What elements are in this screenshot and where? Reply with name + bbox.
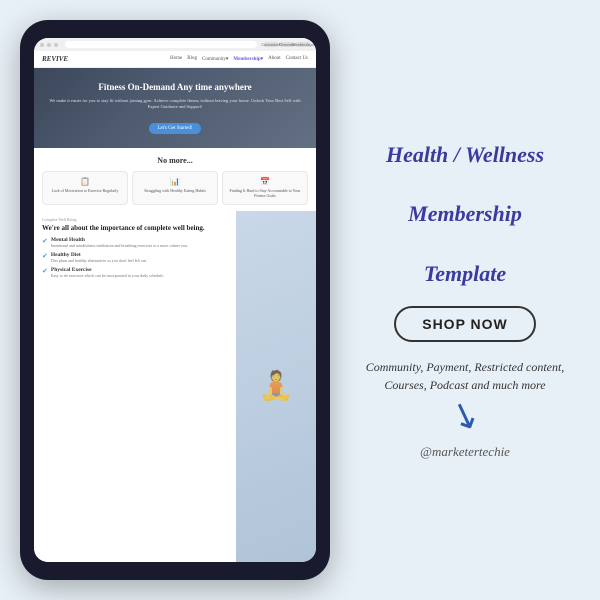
browser-menu-item: Memberships <box>296 42 310 47</box>
no-more-cards: 📋 Lack of Motivation to Exercise Regular… <box>42 171 308 204</box>
wellbeing-section: Complete Well Being We're all about the … <box>34 211 316 562</box>
wellbeing-item-desc-1: Intentional and mindfulness meditation a… <box>51 243 188 248</box>
browser-url-bar <box>65 41 257 48</box>
site-logo: REVIVE <box>42 55 68 63</box>
shop-now-button[interactable]: SHOP NOW <box>394 306 536 342</box>
no-more-card-3: 📅 Finding It Hard to Stay Accountable to… <box>222 171 308 204</box>
hero-cta-button[interactable]: Let's Get Started! <box>149 123 200 134</box>
wellbeing-item-3: ✔ Physical Exercise Easy to do exercises… <box>42 267 228 278</box>
browser-dot-3 <box>54 43 58 47</box>
tablet-screen: Customized Elementor Memberships REVIVE … <box>34 38 316 562</box>
card-text-1: Lack of Motivation to Exercise Regularly <box>47 188 123 193</box>
nav-contact: Contact Us <box>286 56 308 62</box>
wellbeing-title: We're all about the importance of comple… <box>42 224 228 233</box>
curved-arrow-icon: ↙ <box>444 390 487 440</box>
nav-about: About <box>268 56 281 62</box>
right-panel: Health / Wellness Membership Template SH… <box>340 130 580 470</box>
nav-membership: Membership▾ <box>233 56 263 62</box>
hero-section: Fitness On-Demand Any time anywhere We m… <box>34 68 316 148</box>
wellbeing-image: 🧘 <box>236 211 316 562</box>
social-handle: @marketertechie <box>420 444 510 460</box>
person-illustration: 🧘 <box>259 369 294 403</box>
browser-chrome: Customized Elementor Memberships <box>34 38 316 51</box>
wellbeing-content: Complete Well Being We're all about the … <box>34 211 236 562</box>
card-icon-2: 📊 <box>137 177 213 186</box>
card-icon-3: 📅 <box>227 177 303 186</box>
wellbeing-label: Complete Well Being <box>42 217 228 222</box>
check-icon-2: ✔ <box>42 252 48 260</box>
no-more-title: No more... <box>42 156 308 165</box>
check-icon-1: ✔ <box>42 237 48 245</box>
card-icon-1: 📋 <box>47 177 123 186</box>
description-text: Community, Payment, Restricted content, … <box>360 358 570 394</box>
browser-dot-2 <box>47 43 51 47</box>
main-heading: Health / Wellness Membership Template <box>386 140 544 288</box>
tablet-mockup: Customized Elementor Memberships REVIVE … <box>20 20 330 580</box>
arrow-area: ↙ <box>360 404 570 436</box>
hero-title: Fitness On-Demand Any time anywhere <box>46 82 304 94</box>
nav-links: Home Blog Community▾ Membership▾ About C… <box>170 56 308 62</box>
check-icon-3: ✔ <box>42 267 48 275</box>
heading-line2: Membership <box>408 201 522 226</box>
hero-subtitle: We make it easier for you to stay fit wi… <box>46 98 304 111</box>
site-navigation: REVIVE Home Blog Community▾ Membership▾ … <box>34 51 316 68</box>
no-more-section: No more... 📋 Lack of Motivation to Exerc… <box>34 148 316 210</box>
card-text-2: Struggling with Healthy Eating Habits <box>137 188 213 193</box>
card-text-3: Finding It Hard to Stay Accountable to Y… <box>227 188 303 198</box>
no-more-card-2: 📊 Struggling with Healthy Eating Habits <box>132 171 218 204</box>
browser-menu-item: Customized <box>264 42 278 47</box>
wellbeing-item-2: ✔ Healthy Diet Diet plans and healthy al… <box>42 252 228 263</box>
wellbeing-item-1: ✔ Mental Health Intentional and mindfuln… <box>42 237 228 248</box>
no-more-card-1: 📋 Lack of Motivation to Exercise Regular… <box>42 171 128 204</box>
wellbeing-item-desc-3: Easy to do exercises which can be incorp… <box>51 273 164 278</box>
hero-content: Fitness On-Demand Any time anywhere We m… <box>46 82 304 134</box>
nav-home: Home <box>170 56 182 62</box>
browser-icons: Customized Elementor Memberships <box>264 42 310 47</box>
browser-dot-1 <box>40 43 44 47</box>
heading-line3: Template <box>424 261 506 286</box>
nav-blog: Blog <box>187 56 197 62</box>
heading-line1: Health / Wellness <box>386 142 544 167</box>
wellbeing-item-desc-2: Diet plans and healthy alternatives so y… <box>51 258 147 263</box>
nav-community: Community▾ <box>202 56 228 62</box>
